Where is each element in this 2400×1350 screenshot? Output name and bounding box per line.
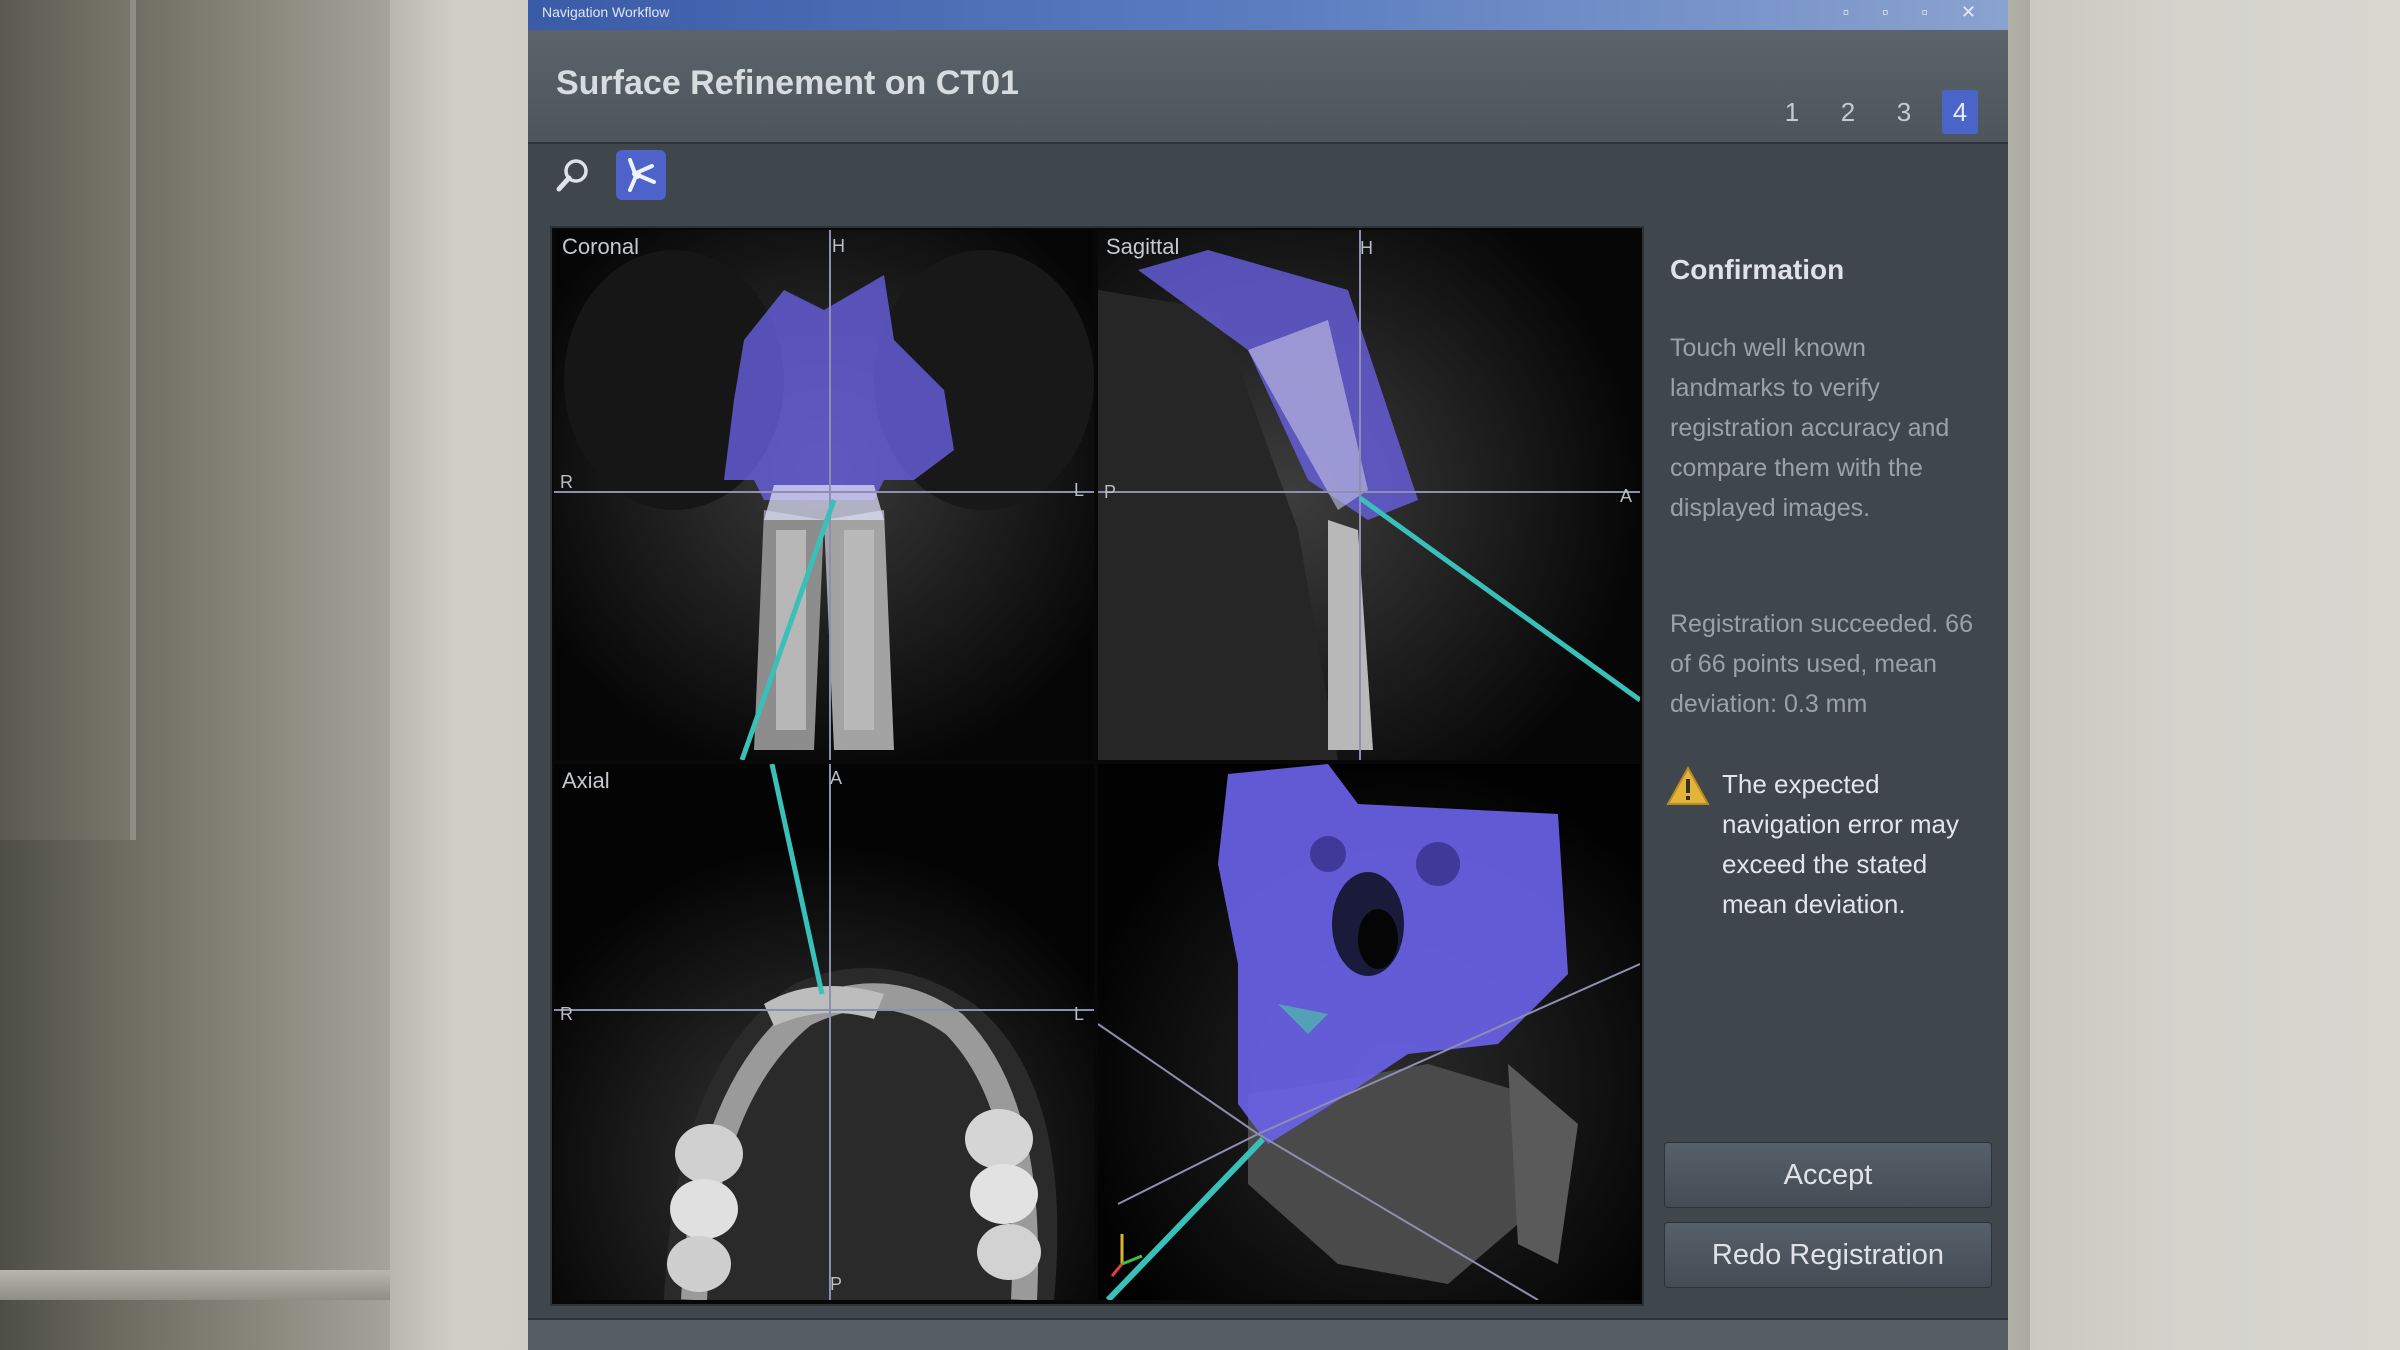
axial-ct-image	[554, 764, 1094, 1300]
window-controls[interactable]: ▫ ▫ ▫ ✕	[1843, 2, 1990, 23]
sagittal-orient-top: H	[1360, 238, 1373, 258]
view-toolbar	[548, 150, 666, 200]
axial-orient-top: A	[830, 768, 843, 788]
redo-registration-button[interactable]: Redo Registration	[1664, 1222, 1992, 1288]
coronal-orient-left: R	[560, 472, 573, 492]
3d-skull-render	[1098, 764, 1640, 1300]
sagittal-label: Sagittal	[1106, 234, 1180, 259]
pointer-tool-button[interactable]	[616, 150, 666, 200]
sagittal-orient-left: P	[1104, 482, 1117, 502]
warning-text: The expected navigation error may exceed…	[1722, 769, 1959, 919]
axial-orient-bottom: P	[830, 1274, 843, 1294]
axial-orient-left: R	[560, 1004, 573, 1024]
axial-label: Axial	[562, 768, 610, 793]
coronal-orient-right: L	[1074, 480, 1085, 500]
background-desk-edge	[0, 1270, 390, 1300]
background-door-frame	[0, 0, 136, 840]
window-title-bar: Navigation Workflow ▫ ▫ ▫ ✕	[528, 0, 2008, 30]
viewport-grid: Coronal H R L Sagittal H P A Axial A R L…	[550, 226, 1644, 1306]
confirmation-panel: Confirmation Touch well known landmarks …	[1650, 226, 1992, 1316]
step-4-active[interactable]: 4	[1942, 90, 1978, 134]
coronal-viewport[interactable]: Coronal H R L	[554, 230, 1094, 760]
registration-result-text: Registration succeeded. 66 of 66 points …	[1670, 610, 1973, 718]
axial-viewport[interactable]: Axial A R L P	[554, 764, 1094, 1300]
sagittal-ct-image	[1098, 230, 1640, 760]
coronal-ct-image	[554, 230, 1094, 760]
axial-orient-right: L	[1074, 1004, 1085, 1024]
sagittal-viewport[interactable]: Sagittal H P A	[1098, 230, 1640, 760]
footer-bar	[528, 1318, 2008, 1350]
panel-title: Confirmation	[1670, 254, 1845, 285]
background-wall-right	[2030, 0, 2400, 1350]
magnifier-icon	[556, 159, 588, 192]
page-title: Surface Refinement on CT01	[556, 64, 1019, 102]
coronal-label: Coronal	[562, 234, 640, 259]
step-1[interactable]: 1	[1774, 90, 1810, 134]
window-bar-title: Navigation Workflow	[542, 4, 670, 20]
step-indicator: 1 2 3 4	[1774, 90, 1978, 134]
step-2[interactable]: 2	[1830, 90, 1866, 134]
sagittal-orient-right: A	[1620, 486, 1633, 506]
panel-instructions: Touch well known landmarks to verify reg…	[1670, 334, 1950, 522]
monitor-screen: Navigation Workflow ▫ ▫ ▫ ✕ Surface Refi…	[528, 0, 2008, 1350]
workflow-header: Surface Refinement on CT01 1 2 3 4	[528, 30, 2008, 144]
zoom-tool-button[interactable]	[548, 150, 598, 200]
warning-triangle-icon	[1666, 766, 1710, 805]
3d-render-viewport[interactable]	[1098, 764, 1640, 1300]
coronal-orient-top: H	[832, 236, 845, 256]
accept-button[interactable]: Accept	[1664, 1142, 1992, 1208]
pointer-tool-icon	[628, 158, 656, 192]
step-3[interactable]: 3	[1886, 90, 1922, 134]
